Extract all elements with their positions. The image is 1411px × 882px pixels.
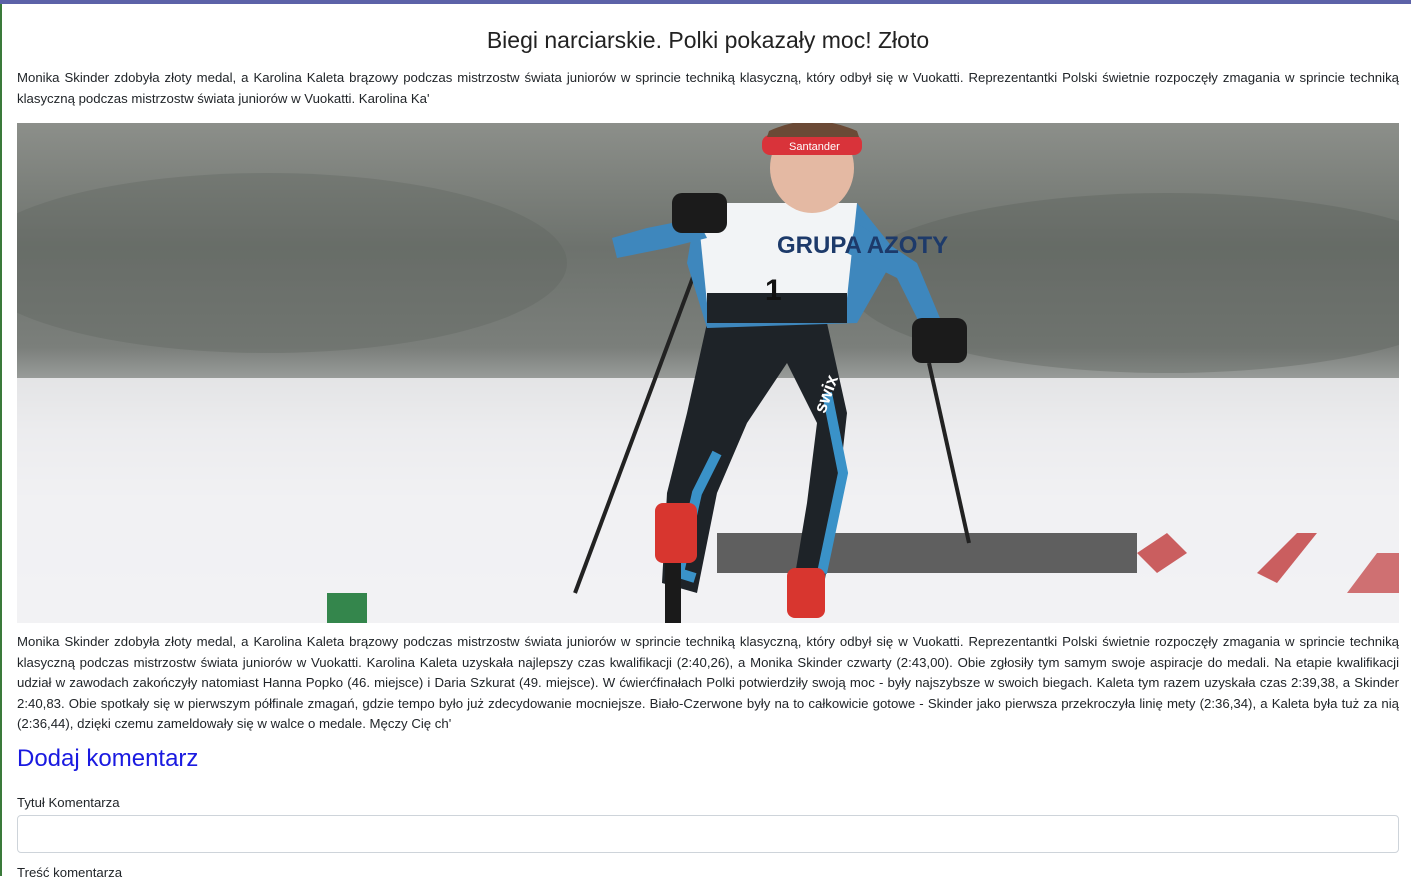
headband-text: Santander [789,141,840,153]
bib-sponsor-text: GRUPA AZOTY [777,232,948,259]
skier-illustration: GRUPA AZOTY 1 Santander swix [17,123,1399,623]
add-comment-heading: Dodaj komentarz [17,744,199,772]
comment-title-label: Tytuł Komentarza [17,794,120,810]
bib-number-text: 1 [765,274,782,307]
article-body: Monika Skinder zdobyła złoty medal, a Ka… [17,634,1399,731]
article-lead: Monika Skinder zdobyła złoty medal, a Ka… [17,70,1399,106]
article-container: Biegi narciarskie. Polki pokazały moc! Z… [17,4,1399,882]
article-photo: GRUPA AZOTY 1 Santander swix [17,123,1399,623]
article-title: Biegi narciarskie. Polki pokazały moc! Z… [486,27,930,53]
comment-content-label: Treść komentarza [17,864,123,880]
comment-title-input[interactable] [17,814,1399,853]
window-left-edge [0,4,2,876]
